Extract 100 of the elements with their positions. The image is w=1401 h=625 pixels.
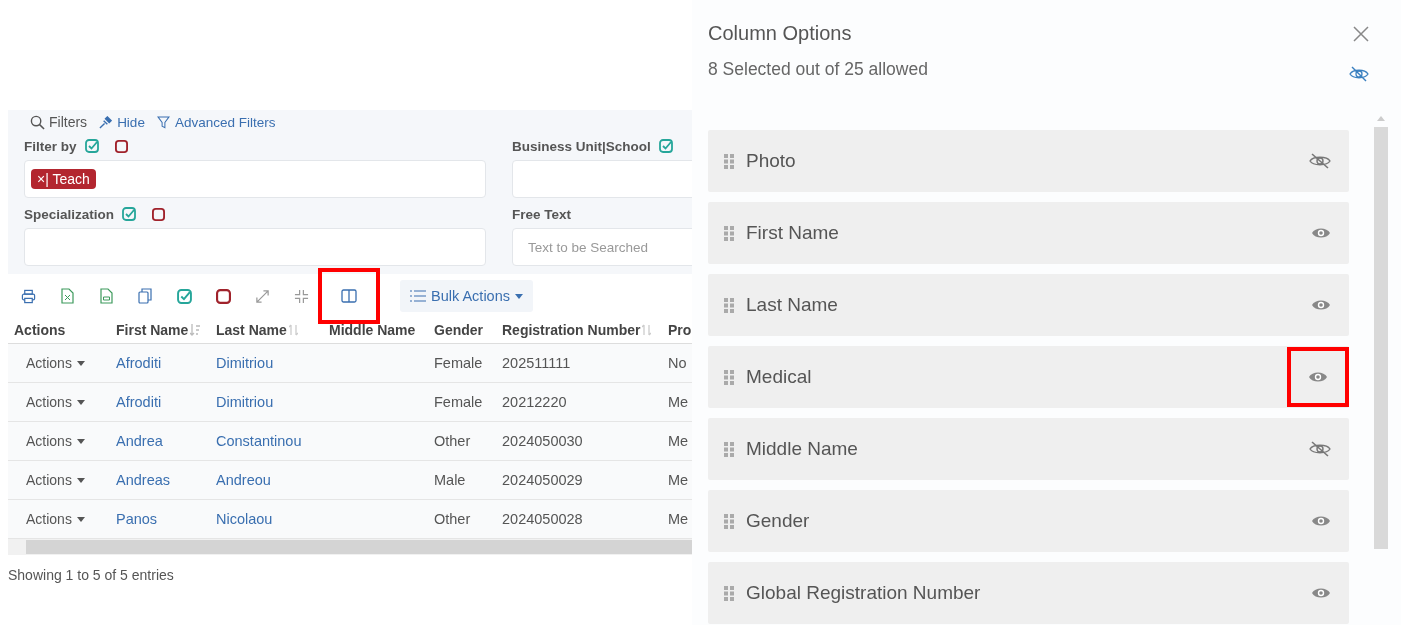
column-option-row[interactable]: Last Name	[708, 274, 1349, 336]
drag-handle-icon[interactable]	[724, 513, 734, 529]
name-link[interactable]: Afroditi	[116, 394, 162, 410]
square-icon	[216, 288, 231, 304]
table-cell: Female	[434, 355, 483, 371]
column-option-row[interactable]: Photo	[708, 130, 1349, 192]
tag-input-field[interactable]	[512, 160, 692, 198]
search-icon	[30, 114, 45, 130]
advanced-filters-link[interactable]: Advanced Filters	[156, 114, 276, 130]
horizontal-scrollbar[interactable]	[8, 539, 692, 555]
hide-link[interactable]: Hide	[99, 114, 145, 130]
column-option-row[interactable]: Middle Name	[708, 418, 1349, 480]
caret-icon	[515, 293, 523, 299]
caret-icon	[76, 516, 85, 522]
select-all-icon[interactable]	[84, 139, 99, 153]
eye-icon[interactable]	[1311, 226, 1331, 240]
close-icon[interactable]	[1353, 26, 1369, 42]
selection-count: 8 Selected out of 25 allowed	[708, 59, 928, 80]
scroll-up-icon[interactable]	[1377, 116, 1385, 121]
table-info: Showing 1 to 5 of 5 entries	[8, 567, 175, 583]
filter-icon	[156, 115, 170, 129]
name-link[interactable]: Constantinou	[216, 433, 302, 449]
column-header[interactable]: First Name	[110, 322, 210, 338]
deselect-icon[interactable]	[152, 207, 166, 221]
drag-handle-icon[interactable]	[724, 369, 734, 385]
caret-icon	[76, 438, 85, 444]
actions-dropdown[interactable]: Actions	[14, 509, 89, 529]
filters-label[interactable]: Filters	[30, 114, 88, 130]
table-cell: Me	[668, 472, 689, 488]
pin-icon	[99, 115, 113, 129]
select-all-icon[interactable]	[122, 207, 137, 221]
table-cell: Male	[434, 472, 466, 488]
tag-input-field[interactable]	[24, 228, 486, 266]
drag-handle-icon[interactable]	[724, 585, 734, 601]
column-header[interactable]: Registration Number	[496, 322, 662, 338]
free-text-field[interactable]: Text to be Searched	[512, 228, 692, 266]
bulk-actions-button[interactable]: Bulk Actions	[400, 280, 533, 312]
column-header[interactable]: Middle Name	[323, 322, 428, 338]
printer-icon	[21, 288, 36, 304]
expand-icon	[255, 288, 270, 304]
eye-icon[interactable]	[1311, 586, 1331, 600]
eye-slash-icon[interactable]	[1309, 153, 1331, 169]
table-cell: Me	[668, 394, 689, 410]
column-option-row[interactable]: Global Registration Number	[708, 562, 1349, 624]
actions-dropdown[interactable]: Actions	[14, 431, 89, 451]
drag-handle-icon[interactable]	[724, 225, 734, 241]
table-cell: 2024050030	[502, 433, 583, 449]
table-cell: 202511111	[502, 355, 571, 371]
name-link[interactable]: Nicolaou	[216, 511, 273, 527]
drag-handle-icon[interactable]	[724, 153, 734, 169]
eye-slash-icon[interactable]	[1309, 441, 1331, 457]
name-link[interactable]: Afroditi	[116, 355, 162, 371]
column-option-row[interactable]: Medical	[708, 346, 1349, 408]
table-cell: Me	[668, 511, 689, 527]
table-cell: Female	[434, 394, 483, 410]
field-label: Specialization	[24, 206, 115, 222]
table-cell: Other	[434, 511, 471, 527]
caret-icon	[76, 477, 85, 483]
filter-tag[interactable]: ×| Teach	[31, 169, 96, 189]
field-label: Business Unit|School	[512, 138, 651, 154]
column-option-row[interactable]: Gender	[708, 490, 1349, 552]
column-header[interactable]: Last Name	[210, 322, 323, 338]
actions-dropdown[interactable]: Actions	[14, 470, 89, 490]
eye-icon[interactable]	[1311, 514, 1331, 528]
list-icon	[410, 290, 426, 302]
tag-input-field[interactable]: ×| Teach	[24, 160, 486, 198]
table-cell: Me	[668, 433, 689, 449]
table-cell: Other	[434, 433, 471, 449]
name-link[interactable]: Andreou	[216, 472, 271, 488]
caret-icon	[76, 360, 85, 366]
name-link[interactable]: Andreas	[116, 472, 170, 488]
name-link[interactable]: Andrea	[116, 433, 163, 449]
column-option-row[interactable]: First Name	[708, 202, 1349, 264]
checkbox-icon	[177, 288, 192, 304]
table-cell: 20212220	[502, 394, 567, 410]
drag-handle-icon[interactable]	[724, 297, 734, 313]
table-cell: No	[668, 355, 687, 371]
name-link[interactable]: Dimitriou	[216, 355, 274, 371]
drag-handle-icon[interactable]	[724, 441, 734, 457]
columns-icon	[341, 289, 357, 303]
name-link[interactable]: Dimitriou	[216, 394, 274, 410]
table-cell: 2024050028	[502, 511, 583, 527]
eye-icon[interactable]	[1311, 298, 1331, 312]
actions-dropdown[interactable]: Actions	[14, 392, 89, 412]
table-cell: 2024050029	[502, 472, 583, 488]
collapse-icon	[294, 288, 309, 304]
eye-slash-icon[interactable]	[1349, 66, 1369, 82]
column-header[interactable]: Gender	[428, 322, 496, 338]
panel-title: Column Options	[708, 22, 853, 45]
columns-button[interactable]	[318, 268, 380, 324]
file-icon	[61, 288, 74, 304]
column-header[interactable]: Actions	[8, 322, 110, 338]
field-label: Filter by	[24, 138, 77, 154]
deselect-icon[interactable]	[114, 139, 128, 153]
name-link[interactable]: Panos	[116, 511, 158, 527]
eye-icon[interactable]	[1308, 370, 1328, 384]
column-header[interactable]: Pro	[662, 322, 692, 338]
file-icon	[100, 288, 113, 304]
actions-dropdown[interactable]: Actions	[14, 353, 89, 373]
select-all-icon[interactable]	[658, 139, 673, 153]
